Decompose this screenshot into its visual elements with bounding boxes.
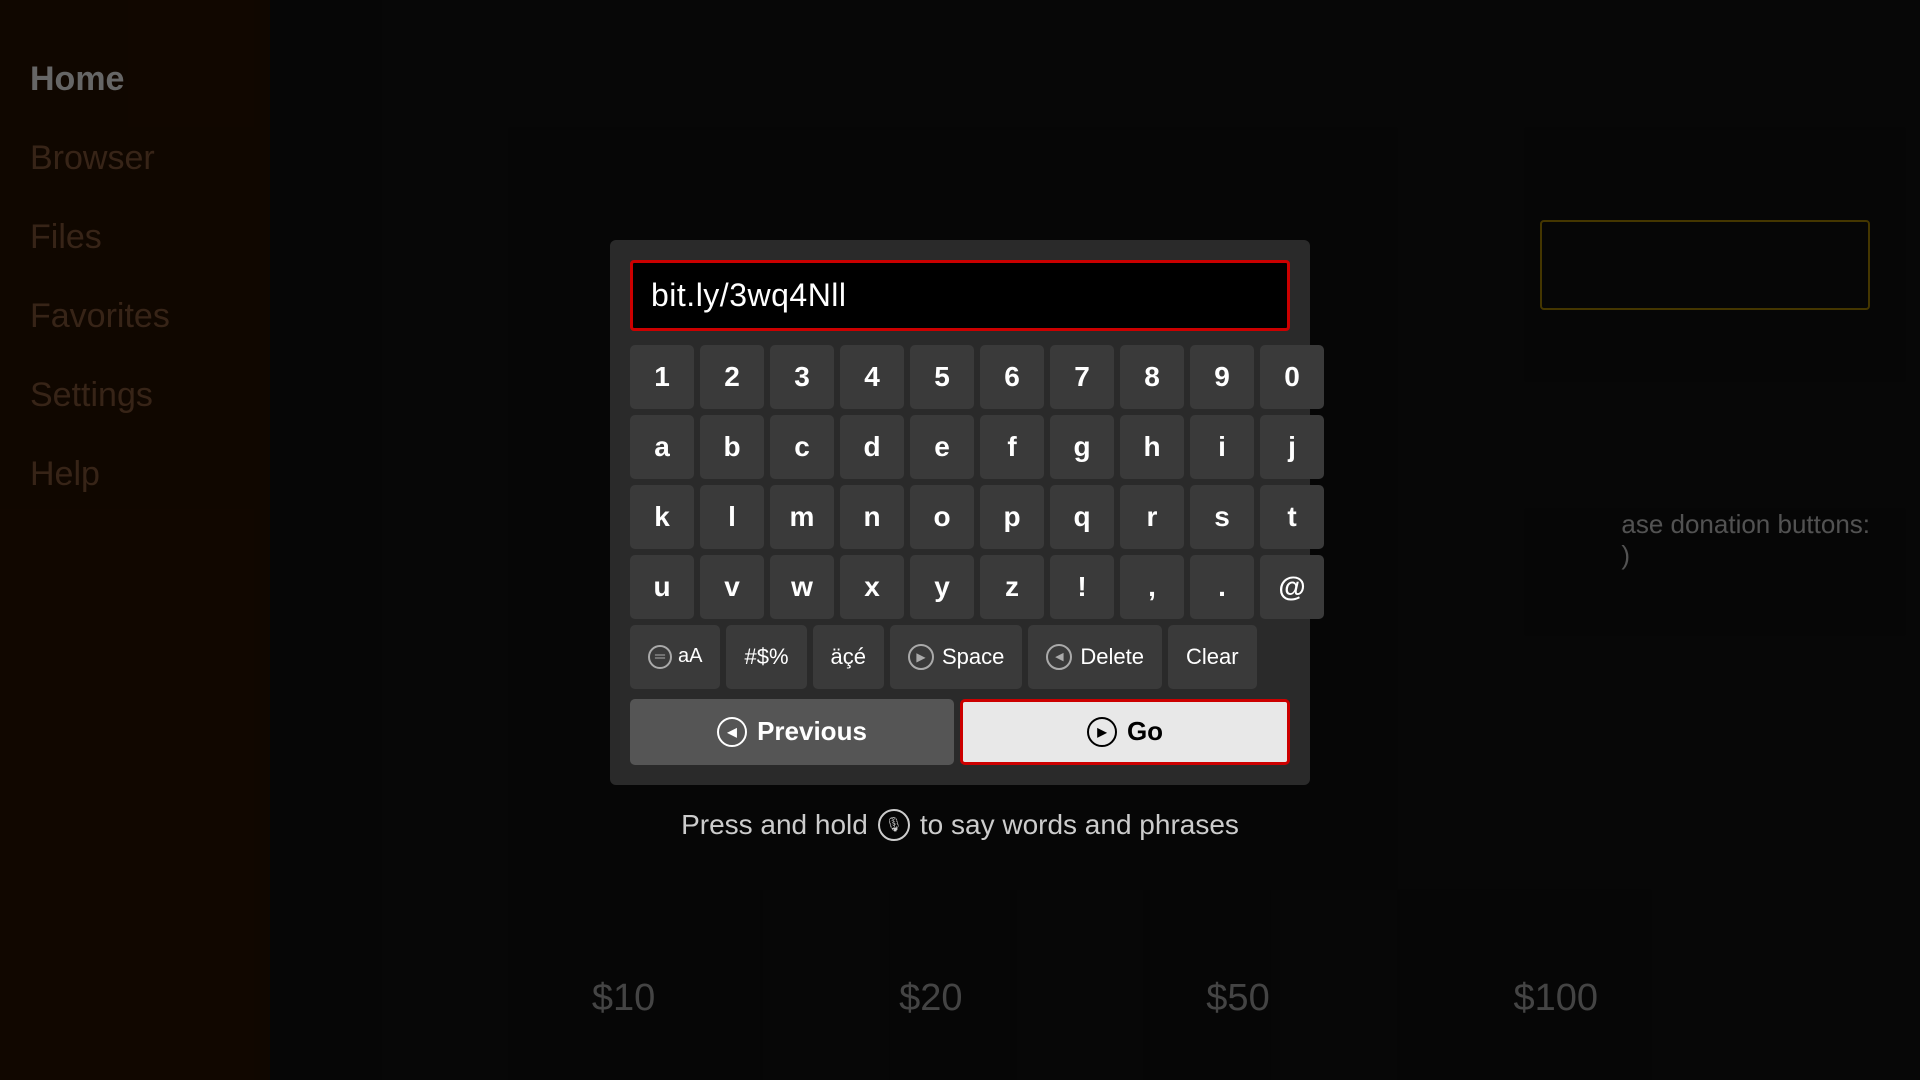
key-row-u-at: u v w x y z ! , . @ (630, 555, 1290, 619)
clear-label: Clear (1186, 644, 1239, 670)
previous-icon: ◀ (717, 717, 747, 747)
url-input-field[interactable]: bit.ly/3wq4Nll (630, 260, 1290, 331)
keyboard-area: 1 2 3 4 5 6 7 8 9 0 a b c d e f g h (630, 345, 1290, 689)
key-e[interactable]: e (910, 415, 974, 479)
key-c[interactable]: c (770, 415, 834, 479)
key-space[interactable]: ▶ Space (890, 625, 1022, 689)
key-a[interactable]: a (630, 415, 694, 479)
key-at[interactable]: @ (1260, 555, 1324, 619)
delete-label: Delete (1080, 644, 1144, 670)
key-4[interactable]: 4 (840, 345, 904, 409)
key-2[interactable]: 2 (700, 345, 764, 409)
key-special-chars[interactable]: äçé (813, 625, 884, 689)
key-6[interactable]: 6 (980, 345, 1044, 409)
key-z[interactable]: z (980, 555, 1044, 619)
go-label: Go (1127, 716, 1163, 747)
navigation-buttons: ◀ Previous ▶ Go (630, 699, 1290, 765)
key-w[interactable]: w (770, 555, 834, 619)
key-row-numbers: 1 2 3 4 5 6 7 8 9 0 (630, 345, 1290, 409)
key-i[interactable]: i (1190, 415, 1254, 479)
key-n[interactable]: n (840, 485, 904, 549)
key-exclaim[interactable]: ! (1050, 555, 1114, 619)
go-icon: ▶ (1087, 717, 1117, 747)
key-y[interactable]: y (910, 555, 974, 619)
previous-button[interactable]: ◀ Previous (630, 699, 954, 765)
key-5[interactable]: 5 (910, 345, 974, 409)
key-o[interactable]: o (910, 485, 974, 549)
key-symbols[interactable]: #$% (726, 625, 806, 689)
key-t[interactable]: t (1260, 485, 1324, 549)
key-h[interactable]: h (1120, 415, 1184, 479)
key-3[interactable]: 3 (770, 345, 834, 409)
previous-label: Previous (757, 716, 867, 747)
voice-hint-before: Press and hold (681, 809, 868, 841)
key-8[interactable]: 8 (1120, 345, 1184, 409)
key-d[interactable]: d (840, 415, 904, 479)
key-7[interactable]: 7 (1050, 345, 1114, 409)
keyboard-dialog: bit.ly/3wq4Nll 1 2 3 4 5 6 7 8 9 0 a b c (610, 240, 1310, 785)
space-label: Space (942, 644, 1004, 670)
voice-hint: Press and hold 🎙 to say words and phrase… (681, 809, 1239, 841)
case-label: aA (678, 645, 702, 668)
key-p[interactable]: p (980, 485, 1044, 549)
key-q[interactable]: q (1050, 485, 1114, 549)
key-j[interactable]: j (1260, 415, 1324, 479)
circle-back-icon: ◀ (1046, 644, 1072, 670)
voice-hint-after: to say words and phrases (920, 809, 1239, 841)
key-x[interactable]: x (840, 555, 904, 619)
key-9[interactable]: 9 (1190, 345, 1254, 409)
key-delete[interactable]: ◀ Delete (1028, 625, 1162, 689)
key-l[interactable]: l (700, 485, 764, 549)
key-m[interactable]: m (770, 485, 834, 549)
circle-play-icon: ▶ (908, 644, 934, 670)
key-g[interactable]: g (1050, 415, 1114, 479)
key-v[interactable]: v (700, 555, 764, 619)
key-k[interactable]: k (630, 485, 694, 549)
key-period[interactable]: . (1190, 555, 1254, 619)
key-row-special: ＝ aA #$% äçé ▶ Space ◀ Delete (630, 625, 1290, 689)
key-f[interactable]: f (980, 415, 1044, 479)
key-clear[interactable]: Clear (1168, 625, 1257, 689)
key-case-toggle[interactable]: ＝ aA (630, 625, 720, 689)
key-u[interactable]: u (630, 555, 694, 619)
key-s[interactable]: s (1190, 485, 1254, 549)
key-row-a-j: a b c d e f g h i j (630, 415, 1290, 479)
key-0[interactable]: 0 (1260, 345, 1324, 409)
circle-equal-icon: ＝ (648, 645, 672, 669)
keyboard-overlay: bit.ly/3wq4Nll 1 2 3 4 5 6 7 8 9 0 a b c (0, 0, 1920, 1080)
key-1[interactable]: 1 (630, 345, 694, 409)
key-row-k-t: k l m n o p q r s t (630, 485, 1290, 549)
mic-icon: 🎙 (878, 809, 910, 841)
key-b[interactable]: b (700, 415, 764, 479)
key-r[interactable]: r (1120, 485, 1184, 549)
key-comma[interactable]: , (1120, 555, 1184, 619)
go-button[interactable]: ▶ Go (960, 699, 1290, 765)
